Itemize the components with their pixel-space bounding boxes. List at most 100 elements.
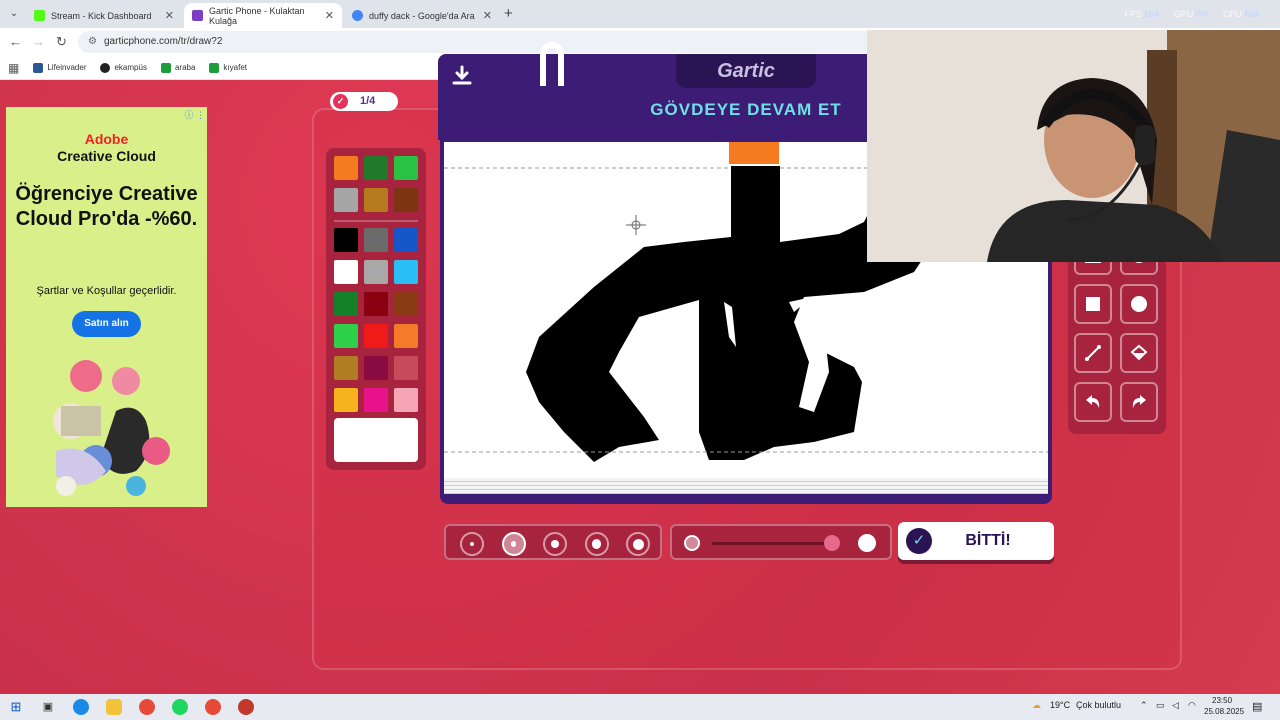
- color-swatch[interactable]: [394, 228, 418, 252]
- performance-overlay: FPS N/A GPU 0% CPU N/A: [1124, 9, 1260, 19]
- color-swatch[interactable]: [394, 388, 418, 412]
- undo-tool[interactable]: [1074, 382, 1112, 422]
- notification-icon[interactable]: ▤: [1252, 700, 1262, 713]
- obs-icon[interactable]: [238, 699, 254, 715]
- brush-size-option[interactable]: [501, 532, 526, 556]
- ad-info-icon[interactable]: ⓘ ⋮: [184, 108, 205, 121]
- color-swatch[interactable]: [394, 324, 418, 348]
- color-swatch[interactable]: [364, 324, 388, 348]
- ad-terms: Şartlar ve Koşullar geçerlidir.: [36, 285, 177, 297]
- brush-size-option[interactable]: [584, 532, 609, 556]
- cpu-label: CPU: [1222, 9, 1242, 19]
- gpu-value: 0%: [1195, 9, 1209, 19]
- tab-search-icon[interactable]: ⌄: [6, 6, 22, 22]
- color-swatch[interactable]: [334, 292, 358, 316]
- color-swatch[interactable]: [364, 388, 388, 412]
- file-explorer-icon[interactable]: [106, 699, 122, 715]
- close-icon[interactable]: ✕: [325, 9, 334, 22]
- bookmark-kiyafet[interactable]: kıyafet: [209, 62, 247, 73]
- tab-google[interactable]: duffy dack - Google'da Ara ✕: [344, 3, 500, 28]
- clock-time[interactable]: 23:50: [1212, 696, 1232, 705]
- ad-banner[interactable]: ⓘ ⋮ Adobe Creative Cloud Öğrenciye Creat…: [6, 107, 207, 507]
- color-swatch[interactable]: [394, 292, 418, 316]
- brush-size-option[interactable]: [543, 532, 567, 556]
- color-swatch[interactable]: [394, 356, 418, 380]
- close-icon[interactable]: ✕: [165, 9, 174, 22]
- fill-bucket-tool[interactable]: [1120, 333, 1158, 373]
- gpu-label: GPU: [1173, 9, 1194, 19]
- fps-stat: FPS N/A: [1124, 9, 1160, 19]
- chrome-profile-icon[interactable]: [205, 699, 221, 715]
- filled-ellipse-tool[interactable]: [1120, 284, 1158, 324]
- network-icon[interactable]: ▭: [1156, 700, 1165, 711]
- tab-label: Stream - Kick Dashboard: [51, 10, 152, 21]
- color-swatch[interactable]: [394, 260, 418, 284]
- color-swatch[interactable]: [394, 188, 418, 212]
- color-swatch[interactable]: [364, 156, 388, 180]
- url-field[interactable]: ⚙ garticphone.com/tr/draw?2: [78, 31, 878, 53]
- volume-icon[interactable]: ◁: [1172, 700, 1179, 711]
- tray-chevron-icon[interactable]: ⌃: [1140, 700, 1148, 711]
- opacity-track[interactable]: [712, 542, 832, 545]
- color-swatch[interactable]: [364, 228, 388, 252]
- players-done-badge: ✓ 1/4: [330, 92, 398, 111]
- crosshair-cursor-icon: [626, 215, 646, 235]
- task-view-icon[interactable]: ▣: [40, 699, 56, 715]
- bookmark-icon: [160, 62, 171, 73]
- tab-label: duffy dack - Google'da Ara: [369, 10, 475, 21]
- filled-rectangle-tool[interactable]: [1074, 284, 1112, 324]
- filled-ellipse-icon: [1131, 296, 1147, 312]
- color-swatch[interactable]: [334, 324, 358, 348]
- color-swatch[interactable]: [334, 228, 358, 252]
- brush-size-dot: [591, 539, 602, 549]
- current-color-swatch[interactable]: [334, 418, 418, 462]
- brush-size-option[interactable]: [460, 532, 484, 556]
- bookmark-araba[interactable]: araba: [160, 62, 195, 73]
- clock-date[interactable]: 25.08.2025: [1204, 707, 1244, 716]
- ad-cta-button[interactable]: Satın alın: [72, 311, 141, 337]
- color-swatch[interactable]: [334, 188, 358, 212]
- apps-grid-icon[interactable]: ▦: [8, 61, 19, 75]
- weather-icon[interactable]: ☁: [1032, 700, 1041, 711]
- color-swatch[interactable]: [364, 292, 388, 316]
- color-swatch[interactable]: [334, 388, 358, 412]
- spotify-icon[interactable]: [172, 699, 188, 715]
- finish-button[interactable]: ✓ BİTTİ!: [898, 522, 1054, 560]
- windows-start-icon[interactable]: ⊞: [8, 699, 24, 715]
- site-info-icon[interactable]: ⚙: [88, 31, 97, 53]
- bookmark-lifeinvader[interactable]: Lifeinvader: [33, 62, 86, 73]
- download-icon[interactable]: [450, 64, 474, 88]
- tab-strip: ⌄ Stream - Kick Dashboard ✕ Gartic Phone…: [0, 0, 1280, 28]
- opacity-handle[interactable]: [824, 535, 840, 551]
- opacity-slider[interactable]: [670, 524, 892, 560]
- kick-favicon-icon: [34, 10, 45, 21]
- line-tool[interactable]: [1074, 333, 1112, 373]
- ad-illustration: [53, 360, 170, 496]
- color-swatch[interactable]: [334, 356, 358, 380]
- wifi-icon[interactable]: ◠: [1188, 700, 1196, 711]
- tab-kick[interactable]: Stream - Kick Dashboard ✕: [26, 3, 182, 28]
- brush-size-option[interactable]: [626, 532, 650, 556]
- back-icon[interactable]: ←: [9, 34, 22, 49]
- weather-temp[interactable]: 19°C: [1050, 700, 1070, 710]
- brush-size-dot: [632, 538, 644, 550]
- close-icon[interactable]: ✕: [483, 9, 492, 22]
- edge-icon[interactable]: [73, 699, 89, 715]
- color-swatch[interactable]: [334, 156, 358, 180]
- tab-gartic[interactable]: Gartic Phone - Kulaktan Kulağa ✕: [184, 3, 342, 28]
- reload-icon[interactable]: ↻: [56, 34, 67, 50]
- cpu-value: N/A: [1244, 9, 1261, 19]
- color-swatch[interactable]: [394, 156, 418, 180]
- forward-icon[interactable]: →: [32, 34, 45, 49]
- bookmark-ekampus[interactable]: ekampüs: [100, 62, 147, 73]
- gartic-logo: Gartic: [676, 54, 816, 88]
- color-swatch[interactable]: [364, 356, 388, 380]
- weather-description[interactable]: Çok bulutlu: [1076, 700, 1121, 710]
- color-swatch[interactable]: [364, 188, 388, 212]
- filled-rectangle-icon: [1086, 297, 1100, 311]
- color-swatch[interactable]: [364, 260, 388, 284]
- redo-tool[interactable]: [1120, 382, 1158, 422]
- new-tab-button[interactable]: +: [504, 5, 513, 22]
- chrome-icon[interactable]: [139, 699, 155, 715]
- color-swatch[interactable]: [334, 260, 358, 284]
